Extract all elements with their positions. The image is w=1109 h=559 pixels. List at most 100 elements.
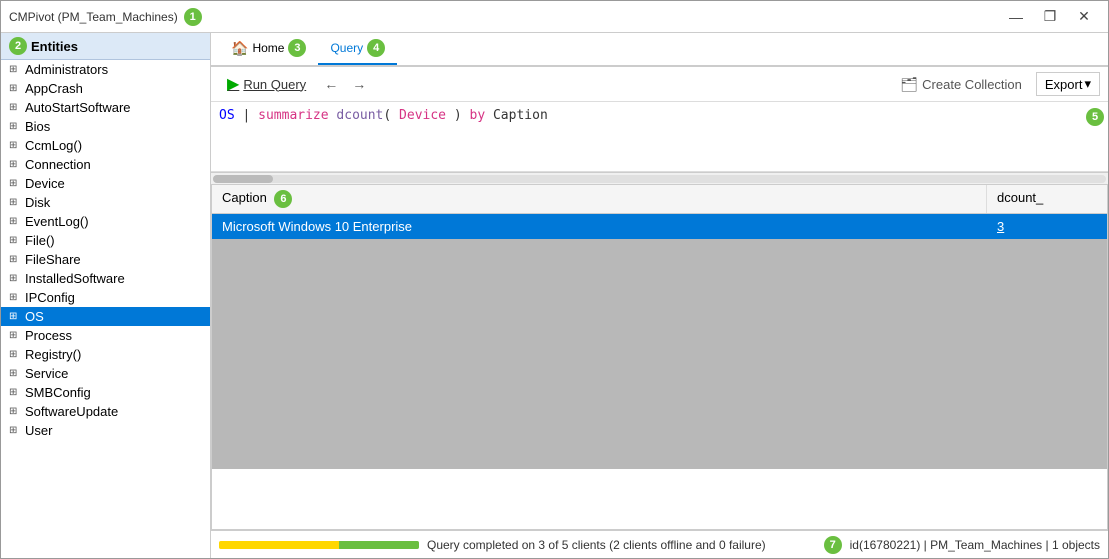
badge-4: 4 bbox=[367, 39, 385, 57]
expand-icon: ⊞ bbox=[9, 102, 21, 113]
progress-fill-green bbox=[339, 541, 419, 549]
toolbar: ▶ Run Query ← → 🗂 Create Collection Expo… bbox=[211, 67, 1108, 102]
sidebar-item-appcrash[interactable]: ⊞AppCrash bbox=[1, 79, 210, 98]
sidebar-item-ccmlog[interactable]: ⊞CcmLog() bbox=[1, 136, 210, 155]
expand-icon: ⊞ bbox=[9, 64, 21, 75]
expand-icon: ⊞ bbox=[9, 254, 21, 265]
sidebar-header-label: Entities bbox=[31, 39, 78, 54]
expand-icon: ⊞ bbox=[9, 349, 21, 360]
badge-1: 1 bbox=[184, 8, 202, 26]
sidebar-item-disk[interactable]: ⊞ Disk bbox=[1, 193, 210, 212]
sidebar-item-service[interactable]: ⊞ Service bbox=[1, 364, 210, 383]
sidebar-item-device[interactable]: ⊞Device bbox=[1, 174, 210, 193]
progress-bar bbox=[219, 541, 419, 549]
run-icon: ▶ bbox=[227, 74, 239, 94]
content-area: 2 Entities ⊞ Administrators ⊞AppCrash ⊞ Au… bbox=[1, 33, 1108, 558]
sidebar-item-label: InstalledSoftware bbox=[25, 271, 125, 286]
expand-icon: ⊞ bbox=[9, 406, 21, 417]
sidebar-item-label: Service bbox=[25, 366, 68, 381]
query-kw-os: OS bbox=[219, 108, 235, 123]
sidebar-item-label: OS bbox=[25, 309, 44, 324]
sidebar-item-label: IPConfig bbox=[25, 290, 75, 305]
expand-icon: ⊞ bbox=[9, 235, 21, 246]
create-collection-label: Create Collection bbox=[922, 77, 1022, 92]
tab-query[interactable]: Query 4 bbox=[318, 33, 397, 65]
expand-icon: ⊞ bbox=[9, 425, 21, 436]
empty-results-area bbox=[212, 239, 1107, 469]
expand-icon: ⊞ bbox=[9, 368, 21, 379]
sidebar-item-bios[interactable]: ⊞Bios bbox=[1, 117, 210, 136]
query-editor[interactable]: OS | summarize dcount( Device ) by Capti… bbox=[211, 102, 1108, 172]
badge-5: 5 bbox=[1086, 108, 1104, 126]
title-bar-controls: — ❐ ✕ bbox=[1000, 6, 1100, 28]
sidebar-item-connection[interactable]: ⊞Connection bbox=[1, 155, 210, 174]
sidebar-item-label: Device bbox=[25, 176, 65, 191]
sidebar-item-label: Disk bbox=[25, 195, 50, 210]
expand-icon: ⊞ bbox=[9, 387, 21, 398]
col-caption: Caption 6 bbox=[212, 185, 987, 213]
tab-query-label: Query bbox=[330, 41, 363, 55]
badge-6: 6 bbox=[274, 190, 292, 208]
scrollbar-track bbox=[213, 175, 1106, 183]
sidebar-item-autostartsoftware[interactable]: ⊞ AutoStartSoftware bbox=[1, 98, 210, 117]
query-kw-dcount: dcount bbox=[336, 108, 383, 123]
query-text: OS | summarize dcount( Device ) by Capti… bbox=[219, 108, 1100, 123]
table-row[interactable]: Microsoft Windows 10 Enterprise 3 bbox=[212, 214, 1107, 239]
sidebar-item-softwareupdate[interactable]: ⊞ SoftwareUpdate bbox=[1, 402, 210, 421]
sidebar-item-os[interactable]: ⊞OS bbox=[1, 307, 210, 326]
sidebar-item-label: FileShare bbox=[25, 252, 81, 267]
sidebar-item-installedsoftware[interactable]: ⊞InstalledSoftware bbox=[1, 269, 210, 288]
cell-caption: Microsoft Windows 10 Enterprise bbox=[212, 214, 987, 239]
expand-icon: ⊞ bbox=[9, 197, 21, 208]
close-button[interactable]: ✕ bbox=[1068, 6, 1100, 28]
badge-3: 3 bbox=[288, 39, 306, 57]
scrollbar-thumb bbox=[213, 175, 273, 183]
sidebar-item-label: AutoStartSoftware bbox=[25, 100, 131, 115]
sidebar-item-ipconfig[interactable]: ⊞IPConfig bbox=[1, 288, 210, 307]
forward-button[interactable]: → bbox=[348, 74, 370, 94]
sidebar-item-registry[interactable]: ⊞Registry() bbox=[1, 345, 210, 364]
tab-home[interactable]: 🏠 Home 3 bbox=[219, 33, 318, 65]
run-query-button[interactable]: ▶ Run Query bbox=[219, 71, 314, 97]
minimize-button[interactable]: — bbox=[1000, 6, 1032, 28]
title-bar: CMPivot (PM_Team_Machines) 1 — ❐ ✕ bbox=[1, 1, 1108, 33]
app-window: CMPivot (PM_Team_Machines) 1 — ❐ ✕ 2 Ent… bbox=[0, 0, 1109, 559]
sidebar: 2 Entities ⊞ Administrators ⊞AppCrash ⊞ Au… bbox=[1, 33, 211, 558]
query-kw-device: Device bbox=[399, 108, 446, 123]
col-dcount: dcount_ bbox=[987, 185, 1107, 213]
expand-icon: ⊞ bbox=[9, 330, 21, 341]
sidebar-item-label: User bbox=[25, 423, 52, 438]
title-bar-left: CMPivot (PM_Team_Machines) 1 bbox=[9, 8, 202, 26]
ribbon-tabs: 🏠 Home 3 Query 4 bbox=[211, 33, 1108, 66]
expand-icon: ⊞ bbox=[9, 216, 21, 227]
expand-icon: ⊞ bbox=[9, 121, 21, 132]
horizontal-scrollbar[interactable] bbox=[211, 172, 1108, 184]
sidebar-item-label: SoftwareUpdate bbox=[25, 404, 118, 419]
sidebar-item-label: EventLog() bbox=[25, 214, 89, 229]
results-table: Caption 6 dcount_ Microsoft Windows 10 E… bbox=[211, 184, 1108, 530]
query-kw-summarize: summarize bbox=[258, 108, 328, 123]
main-panel: 🏠 Home 3 Query 4 ▶ Run Query ← → bbox=[211, 33, 1108, 558]
export-button[interactable]: Export ▾ bbox=[1036, 72, 1100, 96]
cell-dcount[interactable]: 3 bbox=[987, 214, 1107, 239]
export-label: Export bbox=[1045, 77, 1083, 92]
sidebar-item-smbconfig[interactable]: ⊞SMBConfig bbox=[1, 383, 210, 402]
sidebar-item-fileshare[interactable]: ⊞ FileShare bbox=[1, 250, 210, 269]
query-kw-by: by bbox=[470, 108, 486, 123]
create-collection-button[interactable]: 🗂 Create Collection bbox=[892, 73, 1030, 96]
restore-button[interactable]: ❐ bbox=[1034, 6, 1066, 28]
home-icon: 🏠 bbox=[231, 40, 248, 57]
badge-7: 7 bbox=[824, 536, 842, 554]
sidebar-item-file[interactable]: ⊞File() bbox=[1, 231, 210, 250]
sidebar-item-label: Administrators bbox=[25, 62, 108, 77]
sidebar-header: 2 Entities bbox=[1, 33, 210, 60]
sidebar-item-eventlog[interactable]: ⊞ EventLog() bbox=[1, 212, 210, 231]
back-button[interactable]: ← bbox=[320, 74, 342, 94]
table-header: Caption 6 dcount_ bbox=[212, 185, 1107, 214]
sidebar-item-user[interactable]: ⊞ User bbox=[1, 421, 210, 440]
sidebar-item-administrators[interactable]: ⊞ Administrators bbox=[1, 60, 210, 79]
sidebar-item-process[interactable]: ⊞ Process bbox=[1, 326, 210, 345]
status-text: Query completed on 3 of 5 clients (2 cli… bbox=[427, 538, 816, 552]
sidebar-item-label: Process bbox=[25, 328, 72, 343]
badge-2: 2 bbox=[9, 37, 27, 55]
